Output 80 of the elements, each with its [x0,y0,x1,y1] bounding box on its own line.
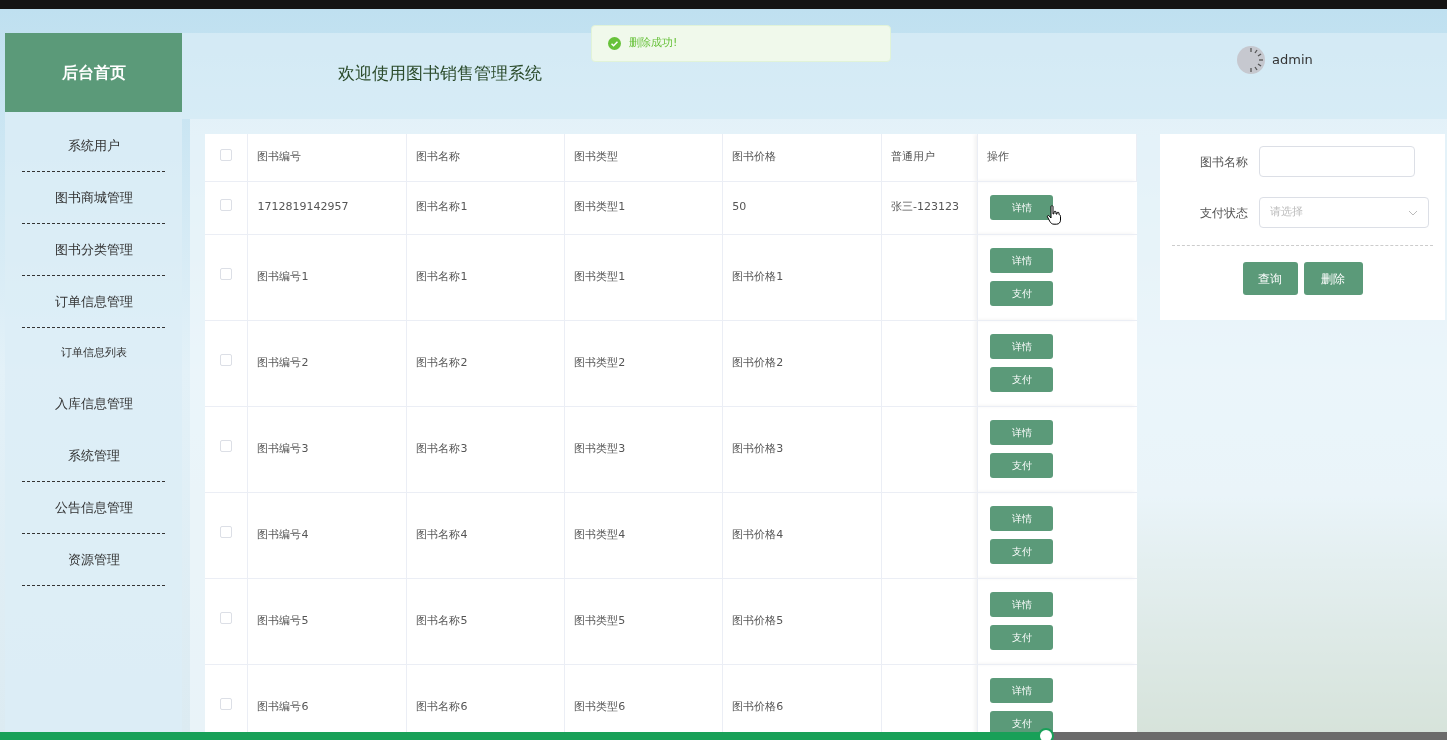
pay-button[interactable]: 支付 [990,539,1053,564]
pay-button[interactable]: 支付 [990,453,1053,478]
table-cell: 图书类型1 [574,200,626,214]
table-cell: 张三-123123 [891,200,959,214]
table-cell: 图书编号4 [257,527,309,541]
column-header: 图书名称 [416,150,461,163]
checkbox[interactable] [220,198,233,211]
menu-item[interactable]: 订单信息管理 [54,291,133,312]
table-cell: 图书名称6 [416,699,468,713]
table-cell: 图书类型3 [574,441,626,455]
details-button[interactable]: 详情 [990,334,1053,359]
table-cell: 图书编号6 [257,699,309,713]
input-field[interactable] [1259,146,1415,177]
column-header: 图书编号 [257,150,302,163]
submenu-item[interactable]: 订单信息列表 [60,344,127,362]
column-header: 操作 [987,150,1009,163]
menu-item[interactable]: 图书分类管理 [54,239,133,260]
menu-item[interactable]: 入库信息管理 [54,394,133,414]
table-cell: 图书名称5 [416,613,468,627]
table-cell: 图书名称1 [416,200,468,214]
details-button[interactable]: 详情 [990,248,1053,273]
table-cell: 图书编号1 [257,269,309,283]
details-button[interactable]: 详情 [990,195,1053,220]
details-button[interactable]: 详情 [990,506,1053,531]
column-header: 普通用户 [891,150,936,163]
progress-handle[interactable] [1038,728,1055,740]
menu-item[interactable]: 系统用户 [67,135,120,156]
username[interactable]: admin [1272,50,1313,70]
chevron-down-icon [1408,209,1418,216]
table-cell: 图书编号3 [257,441,309,455]
checkbox[interactable] [220,354,233,367]
menu-item[interactable]: 系统管理 [67,445,120,466]
table-cell: 图书价格6 [732,699,784,713]
table-cell: 50 [732,200,747,214]
checkbox[interactable] [220,526,233,539]
loading-spinner-icon [1236,45,1266,75]
table-cell: 图书价格5 [732,613,784,627]
details-button[interactable]: 详情 [990,678,1053,703]
checkbox[interactable] [220,612,233,625]
hand-cursor-icon [1046,205,1062,225]
table-cell: 图书名称3 [416,441,468,455]
checkbox[interactable] [220,148,233,161]
table-cell: 图书类型6 [574,699,626,713]
home-menu-button[interactable]: 后台首页 [5,33,182,112]
field-label: 支付状态 [1200,204,1249,222]
table-cell: 1712819142957 [257,200,349,214]
query-button[interactable]: 查询 [1242,262,1298,295]
table-cell: 图书名称2 [416,355,468,369]
details-button[interactable]: 详情 [990,420,1053,445]
table-cell: 图书价格3 [732,441,784,455]
table-cell: 图书价格1 [732,269,784,283]
toast-message: 删除成功! [629,35,678,52]
menu-item[interactable]: 资源管理 [67,549,120,570]
select-field[interactable]: 请选择 [1259,197,1429,228]
table-cell: 图书价格2 [732,355,784,369]
delete-button[interactable]: 删除 [1303,262,1363,295]
details-button[interactable]: 详情 [990,592,1053,617]
table-cell: 图书类型4 [574,527,626,541]
table-cell: 图书类型5 [574,613,626,627]
table-cell: 图书名称1 [416,269,468,283]
table-cell: 图书类型2 [574,355,626,369]
pay-button[interactable]: 支付 [990,281,1053,306]
pay-button[interactable]: 支付 [990,711,1053,732]
table-cell: 图书名称4 [416,527,468,541]
column-header: 图书类型 [574,150,619,163]
pay-button[interactable]: 支付 [990,367,1053,392]
column-header: 图书价格 [732,150,777,163]
menu-item[interactable]: 图书商城管理 [54,187,133,208]
header-title: 欢迎使用图书销售管理系统 [338,62,542,85]
field-label: 图书名称 [1200,153,1249,171]
table-cell: 图书编号2 [257,355,309,369]
checkbox[interactable] [220,440,233,453]
table-cell: 图书编号5 [257,613,309,627]
table-cell: 图书价格4 [732,527,784,541]
checkbox[interactable] [220,698,233,711]
table-cell: 图书类型1 [574,269,626,283]
check-circle-icon [608,37,621,50]
checkbox[interactable] [220,268,233,281]
menu-item[interactable]: 公告信息管理 [54,497,133,518]
pay-button[interactable]: 支付 [990,625,1053,650]
